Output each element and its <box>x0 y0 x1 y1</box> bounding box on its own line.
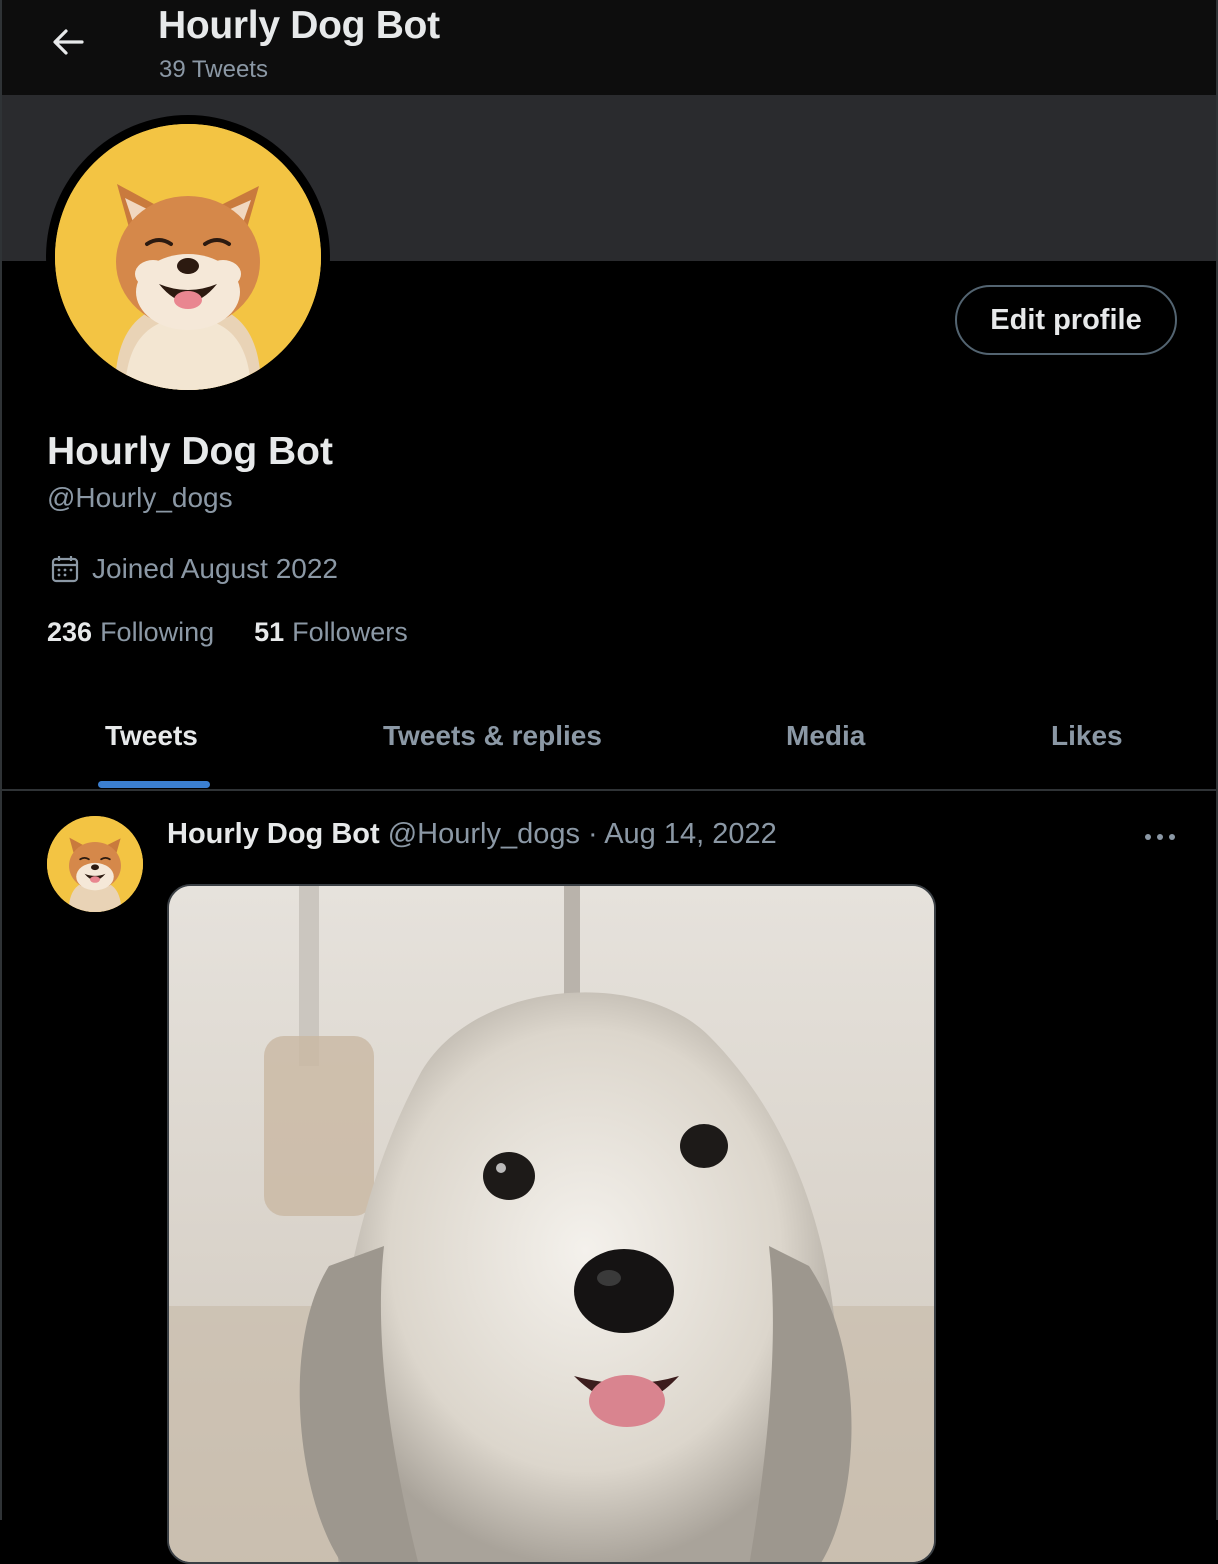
profile-tabs: Tweets Tweets & replies Media Likes <box>2 690 1216 790</box>
following-count: 236 <box>47 617 93 647</box>
joined-date-text: Joined August 2022 <box>92 553 338 584</box>
tab-media[interactable]: Media <box>786 720 865 752</box>
fluffy-dog-photo <box>169 886 934 1562</box>
arrow-left-icon <box>53 29 84 55</box>
back-button[interactable] <box>40 18 96 66</box>
profile-handle: @Hourly_dogs <box>47 482 233 513</box>
following-link[interactable]: 236 Following <box>47 617 214 648</box>
followers-link[interactable]: 51 Followers <box>254 617 408 648</box>
active-tab-indicator <box>98 781 210 788</box>
tweet-header: Hourly Dog Bot @Hourly_dogs · Aug 14, 20… <box>167 818 777 851</box>
tweet-author-handle[interactable]: @Hourly_dogs <box>388 818 580 850</box>
tweet-separator: · <box>588 818 598 850</box>
following-label: Following <box>100 617 215 647</box>
edit-profile-button[interactable]: Edit profile <box>955 285 1177 355</box>
tab-tweets-replies[interactable]: Tweets & replies <box>383 720 602 752</box>
followers-count: 51 <box>254 617 285 647</box>
more-horizontal-icon <box>1145 834 1175 840</box>
profile-stats: 236 Following 51 Followers <box>47 617 448 648</box>
header-tweet-count: 39 Tweets <box>159 56 268 83</box>
calendar-icon <box>51 556 79 583</box>
shiba-dog-image <box>47 816 143 912</box>
tweet-author-avatar[interactable] <box>47 816 143 912</box>
tweet-more-button[interactable] <box>1134 820 1186 854</box>
tweet-author-name[interactable]: Hourly Dog Bot <box>167 818 380 850</box>
tabs-divider <box>2 789 1216 791</box>
profile-page: Hourly Dog Bot 39 Tweets Edit profile Ho… <box>0 0 1218 1564</box>
profile-avatar-ring <box>46 115 330 399</box>
header-title: Hourly Dog Bot <box>158 4 440 47</box>
profile-avatar[interactable] <box>55 124 321 390</box>
profile-header-bar: Hourly Dog Bot 39 Tweets <box>2 0 1216 95</box>
profile-joined: Joined August 2022 <box>50 553 338 585</box>
shiba-dog-image <box>55 124 321 390</box>
tab-likes[interactable]: Likes <box>1051 720 1123 752</box>
followers-label: Followers <box>292 617 408 647</box>
tweet-date[interactable]: Aug 14, 2022 <box>604 818 777 850</box>
profile-display-name: Hourly Dog Bot <box>47 430 333 473</box>
tab-tweets[interactable]: Tweets <box>105 720 198 752</box>
tweet-media-image[interactable] <box>167 884 936 1564</box>
